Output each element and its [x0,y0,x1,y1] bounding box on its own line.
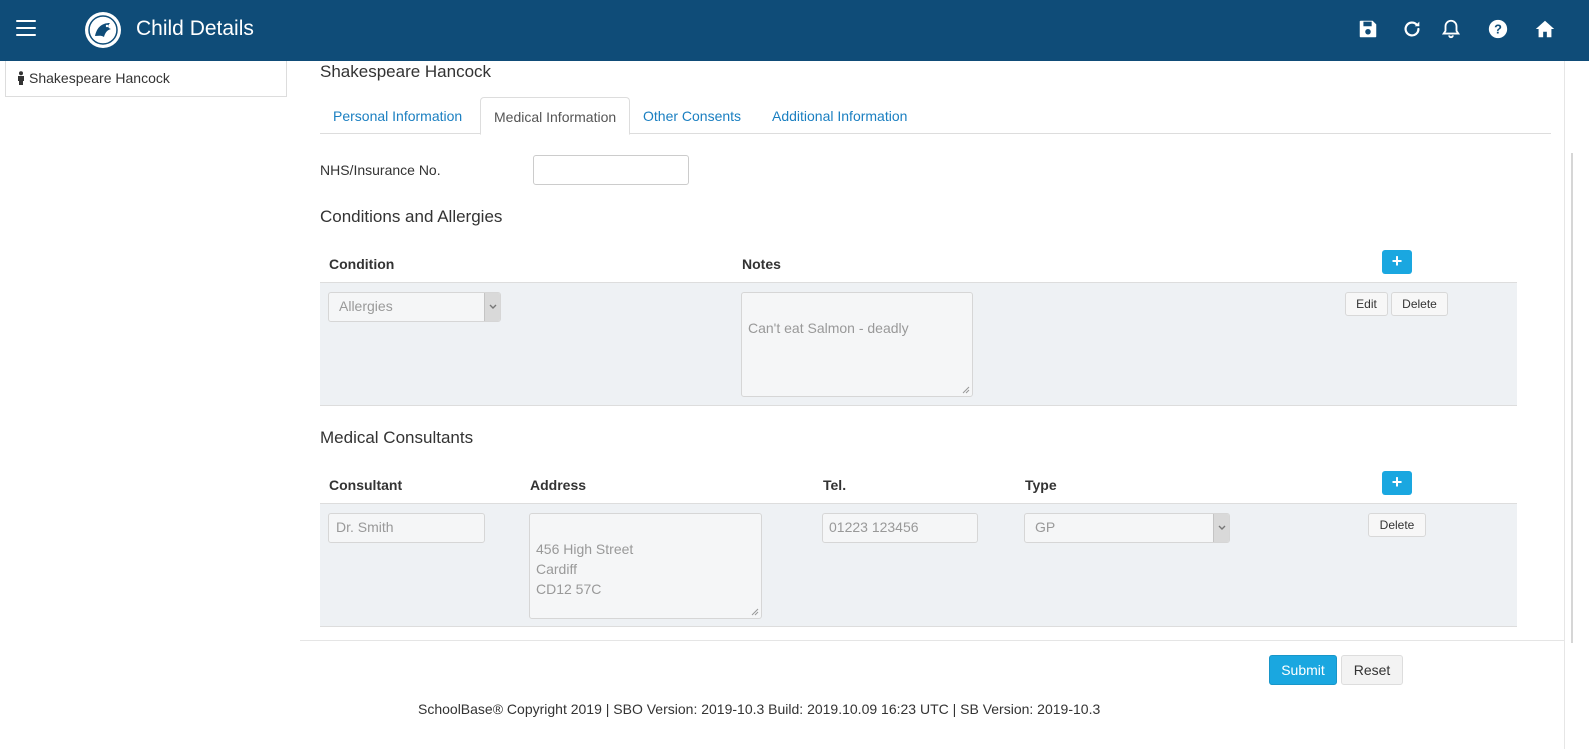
condition-select-value: Allergies [339,298,393,314]
reset-button[interactable]: Reset [1341,655,1403,685]
save-icon[interactable] [1357,18,1381,42]
refresh-icon[interactable] [1401,18,1425,42]
delete-condition-button[interactable]: Delete [1391,292,1448,316]
consultant-type-value: GP [1035,519,1056,535]
tab-personal-information[interactable]: Personal Information [320,97,475,134]
consultant-address-textarea[interactable]: 456 High Street Cardiff CD12 57C [529,513,762,619]
consultant-address-value: 456 High Street Cardiff CD12 57C [536,541,634,597]
tab-bar: Personal Information Medical Information… [320,97,1551,135]
add-consultant-button[interactable]: + [1382,471,1412,495]
tel-column-header: Tel. [823,477,847,493]
conditions-heading: Conditions and Allergies [320,207,503,226]
svg-text:?: ? [1494,22,1502,37]
consultant-tel-value: 01223 123456 [829,519,919,535]
consultants-heading: Medical Consultants [320,428,474,447]
edit-condition-button[interactable]: Edit [1345,292,1388,316]
chevron-down-icon [484,293,500,321]
school-logo [85,12,121,48]
sidebar-item-student[interactable]: Shakespeare Hancock [5,61,287,97]
tab-other-consents[interactable]: Other Consents [630,97,754,134]
consultant-column-header: Consultant [329,477,403,493]
delete-consultant-button[interactable]: Delete [1368,513,1426,537]
condition-column-header: Condition [329,256,395,272]
add-condition-button[interactable]: + [1382,250,1412,274]
person-icon [18,71,24,85]
top-bar: Child Details ? [0,0,1589,61]
menu-icon[interactable] [16,20,36,36]
condition-notes-textarea[interactable]: Can't eat Salmon - deadly [741,292,973,397]
condition-row: Allergies Can't eat Salmon - deadly Edit… [320,282,1517,406]
type-column-header: Type [1025,477,1057,493]
chevron-down-icon [1213,514,1229,542]
resize-grip-icon[interactable] [962,386,970,394]
divider [300,640,1564,641]
address-column-header: Address [530,477,587,493]
footer-copyright: SchoolBase® Copyright 2019 | SBO Version… [418,701,1101,717]
consultant-name-value: Dr. Smith [336,519,394,535]
bell-icon[interactable] [1440,18,1464,42]
tab-additional-information[interactable]: Additional Information [759,97,920,134]
help-icon[interactable]: ? [1487,18,1511,42]
page-title: Child Details [136,17,254,40]
resize-grip-icon[interactable] [751,608,759,616]
notes-column-header: Notes [742,256,781,272]
student-name: Shakespeare Hancock [320,62,492,81]
nhs-insurance-input[interactable] [533,155,689,185]
condition-select[interactable]: Allergies [328,292,501,322]
tab-medical-information[interactable]: Medical Information [480,97,631,135]
consultant-name-field[interactable]: Dr. Smith [328,513,485,543]
nhs-label: NHS/Insurance No. [320,162,441,178]
condition-notes-value: Can't eat Salmon - deadly [748,320,909,336]
consultant-row: Dr. Smith 456 High Street Cardiff CD12 5… [320,503,1517,627]
home-icon[interactable] [1534,18,1558,42]
sidebar-item-label: Shakespeare Hancock [29,70,170,86]
consultant-tel-field[interactable]: 01223 123456 [822,513,978,543]
submit-button[interactable]: Submit [1269,655,1337,685]
consultant-type-select[interactable]: GP [1024,513,1230,543]
scrollbar[interactable] [1564,61,1589,749]
scrollbar-thumb[interactable] [1571,153,1573,643]
